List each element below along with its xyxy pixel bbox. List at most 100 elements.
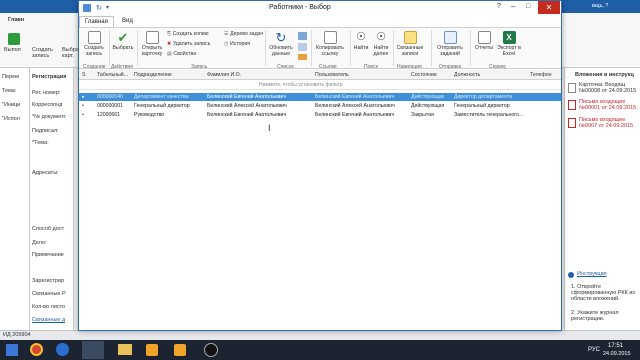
attachment-letter[interactable]: Письмо входящее №00001 от 24.09.2015 bbox=[579, 99, 639, 111]
task-tree-button[interactable]: ☰ Дерево задач bbox=[224, 31, 263, 37]
tab-main[interactable]: Главная bbox=[79, 16, 114, 27]
row-marker: • bbox=[82, 112, 84, 118]
column-header[interactable]: S bbox=[82, 72, 85, 78]
instruction-step: 2. Укажите журнал регистрации. bbox=[571, 310, 619, 322]
create-copy-button[interactable]: ⎘ Создать копию bbox=[167, 31, 209, 38]
cell-user: Белинский Алексей Анатольевич bbox=[315, 103, 395, 109]
copy-link-button[interactable]: Копировать ссылку bbox=[313, 31, 347, 57]
pdf-icon bbox=[568, 100, 576, 110]
column-header[interactable]: Подразделение bbox=[134, 72, 172, 78]
ie-icon[interactable] bbox=[56, 343, 69, 356]
cell-state: Действующая bbox=[411, 103, 445, 109]
column-header[interactable]: Пользователь bbox=[315, 72, 349, 78]
bg-create-button[interactable]: Создать запись bbox=[32, 47, 60, 59]
copy-link-label: Копировать ссылку bbox=[316, 45, 344, 57]
attachment-letter[interactable]: Письмо входящее №0007 от 24.09.2015 bbox=[579, 117, 639, 129]
find-button[interactable]: ☉ Найти bbox=[352, 31, 370, 51]
column-header[interactable]: Должность bbox=[454, 72, 480, 78]
refresh-data-label: Обновить данные bbox=[269, 45, 293, 57]
filter-icon[interactable] bbox=[298, 43, 307, 51]
nav-item: *№ документ. bbox=[32, 114, 67, 120]
link-icon bbox=[323, 31, 337, 44]
send-tasks-button[interactable]: Отправить заданий bbox=[433, 31, 467, 57]
ribbon-separator bbox=[393, 30, 394, 66]
nav-item[interactable]: Регистрация bbox=[32, 74, 66, 80]
nav-item: Адресаты: bbox=[32, 170, 59, 176]
document-icon bbox=[568, 83, 576, 93]
chevron-down-icon[interactable]: ▾ bbox=[106, 4, 109, 11]
column-header[interactable]: Телефон bbox=[530, 72, 552, 78]
background-nav-panel: Регистрация Рег. номер: Корреспонд *№ до… bbox=[30, 68, 74, 330]
create-record-button[interactable]: Создать запись bbox=[81, 31, 107, 57]
open-card-label: Открыть карточку bbox=[141, 45, 163, 57]
attachment-card[interactable]: Карточка: Входящ №00008 от 24.09.2015 bbox=[579, 82, 639, 94]
find-next-button[interactable]: ☉ Найти далее bbox=[371, 31, 391, 57]
refresh-data-button[interactable]: ↻ Обновить данные bbox=[267, 31, 295, 57]
cell-department: Генеральный директор bbox=[134, 103, 190, 109]
background-left-panel: Перем Тема: "Иници "Испол bbox=[0, 68, 30, 330]
app-icon[interactable] bbox=[174, 344, 186, 356]
select-button[interactable]: ✔ Выбрать bbox=[111, 31, 135, 51]
reports-label: Отчеты bbox=[475, 45, 493, 51]
instruction-link[interactable]: Инструкция bbox=[577, 271, 607, 277]
send-icon bbox=[443, 31, 457, 44]
column-header[interactable]: Фамилия И.О. bbox=[207, 72, 241, 78]
attachments-title: Вложения и инструкц bbox=[575, 72, 634, 78]
select-label: Выбрать bbox=[112, 45, 134, 51]
start-icon[interactable] bbox=[6, 344, 18, 356]
ribbon-separator bbox=[311, 30, 312, 66]
delete-record-button[interactable]: ✖ Удалить запись bbox=[167, 41, 210, 47]
table-row[interactable]: ▸ 000000040 Департамент качества Белинск… bbox=[79, 93, 561, 101]
tab-view[interactable]: Вид bbox=[117, 16, 138, 27]
cell-user: Белинский Евгений Анатольевич bbox=[315, 112, 395, 118]
open-card-button[interactable]: Открыть карточку bbox=[139, 31, 165, 57]
cell-number: 000000040 bbox=[97, 94, 123, 100]
nav-item: Связанные Р bbox=[32, 291, 66, 297]
cell-position: Заместитель генерального... bbox=[454, 112, 524, 118]
row-marker: • bbox=[82, 103, 84, 109]
titlebar-right-text: вщь, ? bbox=[592, 3, 609, 9]
filter-hint[interactable]: Нажмите, чтобы установить фильтр bbox=[259, 82, 343, 88]
bg-left-label: Тема: bbox=[2, 88, 17, 94]
taskbar-app-active[interactable] bbox=[82, 341, 104, 359]
list-view-icon[interactable] bbox=[298, 32, 307, 40]
report-icon bbox=[477, 31, 491, 44]
cell-fio: Белинский Евгений Анатольевич bbox=[207, 112, 287, 118]
group-icon[interactable] bbox=[298, 54, 307, 60]
clock-date[interactable]: 24.09.2015 bbox=[603, 351, 631, 357]
properties-label: Свойства bbox=[173, 51, 197, 57]
column-header[interactable]: Табельный... bbox=[97, 72, 128, 78]
table-row[interactable]: • 12000661 Руководство Белинский Евгений… bbox=[79, 111, 561, 119]
app-icon[interactable] bbox=[146, 344, 158, 356]
cell-department: Руководство bbox=[134, 112, 165, 118]
bg-run-button[interactable]: Выпол bbox=[4, 47, 21, 53]
cell-department: Департамент качества bbox=[134, 94, 189, 100]
refresh-icon[interactable]: ↻ bbox=[96, 4, 102, 12]
attachments-panel: Вложения и инструкц Карточка: Входящ №00… bbox=[564, 68, 640, 330]
help-icon[interactable]: ? bbox=[497, 3, 501, 10]
export-excel-button[interactable]: X Экспорт в Excel bbox=[496, 31, 522, 57]
media-icon[interactable] bbox=[204, 343, 218, 357]
close-icon[interactable]: ✕ bbox=[538, 1, 560, 14]
bg-left-label: "Испол bbox=[2, 116, 20, 122]
column-header[interactable]: Состояние bbox=[411, 72, 437, 78]
clock-time[interactable]: 17:51 bbox=[608, 343, 623, 349]
related-records-button[interactable]: Связанные записи bbox=[395, 31, 425, 57]
cell-number: 12000661 bbox=[97, 112, 121, 118]
history-label: История bbox=[229, 41, 251, 47]
chrome-icon[interactable] bbox=[30, 343, 43, 356]
maximize-icon[interactable]: □ bbox=[526, 3, 530, 10]
delete-icon: ✖ bbox=[167, 41, 172, 47]
properties-button[interactable]: ▤ Свойства bbox=[167, 51, 196, 57]
history-button[interactable]: ◷ История bbox=[224, 41, 250, 47]
cell-state: Закрытая bbox=[411, 112, 434, 118]
reports-button[interactable]: Отчеты bbox=[473, 31, 495, 51]
cell-position: Генеральный директор bbox=[454, 103, 510, 109]
ribbon-separator bbox=[109, 30, 110, 66]
minimize-icon[interactable]: – bbox=[511, 2, 515, 11]
folder-icon[interactable] bbox=[118, 344, 132, 355]
nav-item[interactable]: Связанные д bbox=[32, 317, 65, 323]
language-indicator[interactable]: РУС bbox=[588, 347, 600, 353]
bg-tab-main[interactable]: Главн bbox=[8, 17, 24, 23]
table-row[interactable]: • 000000001 Генеральный директор Белинск… bbox=[79, 102, 561, 110]
